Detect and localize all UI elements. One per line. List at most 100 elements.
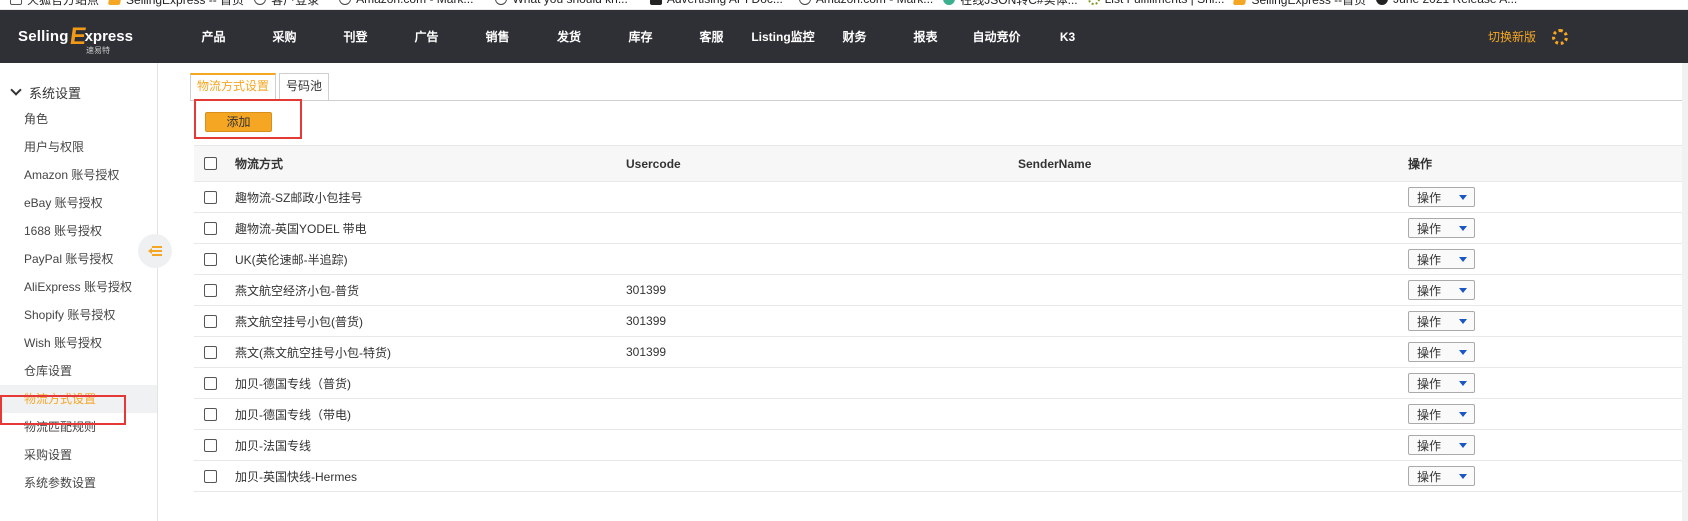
sidebar-item[interactable]: 仓库设置 (0, 357, 157, 385)
operation-label: 操作 (1417, 252, 1442, 267)
sellingexpress-icon (1233, 0, 1248, 5)
sidebar-item[interactable]: AliExpress 账号授权 (0, 273, 157, 301)
globe-icon (339, 0, 352, 5)
bookmark-item[interactable]: Amazon.com - Mark... (789, 0, 933, 9)
tab-number-pool[interactable]: 号码池 (279, 73, 330, 100)
cell-shipping-method: 加贝-法国专线 (235, 438, 311, 453)
cell-operation: 操作 (1408, 368, 1475, 398)
operation-dropdown[interactable]: 操作 (1408, 218, 1475, 238)
bookmark-item[interactable]: June 2021 Release A... (1366, 0, 1517, 9)
bookmark-item[interactable]: Amazon.com - Mark... (329, 0, 473, 9)
row-checkbox[interactable] (204, 407, 217, 421)
advertising-icon (649, 0, 662, 5)
operation-dropdown[interactable]: 操作 (1408, 249, 1475, 269)
header-right: 切换新版 (1488, 10, 1688, 63)
page-scrollbar[interactable] (1682, 63, 1688, 521)
globe-icon (798, 0, 811, 5)
main-content: 物流方式设置 号码池 添加 物流方式 Usercode SenderName 操作… (182, 63, 1688, 521)
operation-dropdown[interactable]: 操作 (1408, 404, 1475, 424)
highlight-box-sidebar (0, 395, 126, 425)
row-checkbox[interactable] (204, 314, 217, 328)
nav-item-10[interactable]: 财务 (819, 10, 890, 63)
row-checkbox[interactable] (204, 438, 217, 452)
sidebar-item[interactable]: 系统参数设置 (0, 469, 157, 497)
shipping-methods-table: 物流方式 Usercode SenderName 操作 趣物流-SZ邮政小包挂号… (194, 145, 1688, 492)
operation-dropdown[interactable]: 操作 (1408, 187, 1475, 207)
operation-dropdown[interactable]: 操作 (1408, 311, 1475, 331)
nav-item-11[interactable]: 报表 (890, 10, 961, 63)
logo[interactable]: Selling E xpress 速易特 (0, 10, 178, 63)
bookmark-item[interactable]: SellingExpress -- 首页 (99, 0, 244, 9)
switch-version-link[interactable]: 切换新版 (1488, 28, 1536, 45)
row-checkbox[interactable] (204, 221, 217, 235)
bookmarks-bar: 火狐官方站点 SellingExpress -- 首页 客户登录 Amazon.com… (0, 0, 1688, 10)
row-checkbox[interactable] (204, 283, 217, 297)
highlight-box-add (194, 99, 302, 139)
sellingexpress-icon (107, 0, 123, 5)
sidebar-item[interactable]: Amazon 账号授权 (0, 161, 157, 189)
sidebar-item[interactable]: Wish 账号授权 (0, 329, 157, 357)
bookmark-label: Amazon.com - Mark... (816, 0, 933, 6)
sidebar-item[interactable]: eBay 账号授权 (0, 189, 157, 217)
select-all-checkbox[interactable] (204, 157, 217, 170)
tab-shipping-methods[interactable]: 物流方式设置 (190, 73, 277, 100)
row-checkbox[interactable] (204, 252, 217, 266)
cell-usercode: 301399 (626, 314, 667, 328)
bookmark-item[interactable]: List Fulfillments | Shi... (1078, 0, 1224, 9)
operation-label: 操作 (1417, 376, 1442, 391)
nav-item-13[interactable]: K3 (1032, 10, 1103, 63)
bookmark-item[interactable]: 在线JSON转C#实体... (933, 0, 1078, 9)
row-checkbox[interactable] (204, 469, 217, 483)
sidebar-item[interactable]: 用户与权限 (0, 133, 157, 161)
nav-item-12[interactable]: 自动竞价 (961, 10, 1032, 63)
table-row: 燕文航空经济小包-普货 301399 操作 (194, 275, 1688, 306)
gear-icon[interactable] (1552, 28, 1568, 45)
collapse-sidebar-button[interactable] (138, 234, 172, 268)
outdent-icon (148, 246, 162, 256)
sidebar-item[interactable]: Shopify 账号授权 (0, 301, 157, 329)
bookmark-item[interactable]: Advertising API Doc... (640, 0, 783, 9)
sidebar-item[interactable]: 采购设置 (0, 441, 157, 469)
sidebar-item[interactable]: 1688 账号授权 (0, 217, 157, 245)
cell-shipping-method: UK(英伦速邮-半追踪) (235, 252, 348, 267)
sidebar-item[interactable]: 角色 (0, 105, 157, 133)
cell-shipping-method: 加贝-英国快线-Hermes (235, 469, 357, 484)
cell-shipping-method: 趣物流-SZ邮政小包挂号 (235, 190, 363, 205)
nav-item-3[interactable]: 刊登 (320, 10, 391, 63)
caret-down-icon (1459, 225, 1467, 231)
row-checkbox-cell (204, 306, 217, 336)
caret-down-icon (1459, 256, 1467, 262)
bookmark-item[interactable]: 火狐官方站点 (0, 0, 99, 9)
bookmark-item[interactable]: 客户登录 (244, 0, 319, 9)
cell-operation: 操作 (1408, 306, 1475, 336)
caret-down-icon (1459, 287, 1467, 293)
nav-item-9[interactable]: Listing监控 (747, 10, 819, 63)
row-checkbox-cell (204, 337, 217, 367)
sidebar-group-system-settings[interactable]: 系统设置 (0, 81, 157, 103)
nav-item-5[interactable]: 销售 (462, 10, 533, 63)
row-checkbox[interactable] (204, 345, 217, 359)
cell-shipping-method: 加贝-德国专线（普货) (235, 376, 351, 391)
row-checkbox[interactable] (204, 190, 217, 204)
caret-down-icon (1459, 318, 1467, 324)
nav-item-8[interactable]: 客服 (676, 10, 747, 63)
nav-item-2[interactable]: 采购 (249, 10, 320, 63)
github-icon (1376, 0, 1389, 5)
bookmark-item[interactable]: SellingExpress --首页 (1224, 0, 1366, 9)
nav-item-4[interactable]: 广告 (391, 10, 462, 63)
operation-dropdown[interactable]: 操作 (1408, 466, 1475, 486)
row-checkbox[interactable] (204, 376, 217, 390)
operation-dropdown[interactable]: 操作 (1408, 280, 1475, 300)
row-checkbox-cell (204, 275, 217, 305)
bookmark-label: Amazon.com - Mark... (356, 0, 473, 6)
nav-item-1[interactable]: 产品 (178, 10, 249, 63)
tab-bar: 物流方式设置 号码池 (190, 73, 332, 100)
nav-item-6[interactable]: 发货 (533, 10, 605, 63)
operation-dropdown[interactable]: 操作 (1408, 435, 1475, 455)
sidebar-item[interactable]: PayPal 账号授权 (0, 245, 157, 273)
nav-item-7[interactable]: 库存 (605, 10, 676, 63)
operation-dropdown[interactable]: 操作 (1408, 342, 1475, 362)
operation-dropdown[interactable]: 操作 (1408, 373, 1475, 393)
globe-icon (254, 0, 267, 5)
bookmark-item[interactable]: What you should kn... (485, 0, 628, 9)
